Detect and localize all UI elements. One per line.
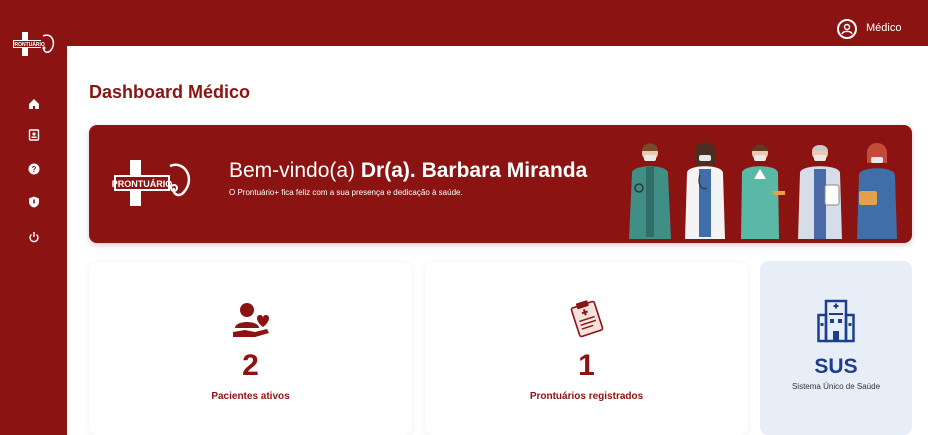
- user-role[interactable]: Médico: [866, 22, 901, 34]
- user-avatar[interactable]: [837, 19, 857, 39]
- active-patients-card[interactable]: 2 Pacientes ativos: [89, 262, 412, 435]
- page-title: Dashboard Médico: [89, 82, 251, 102]
- welcome-subtitle: O Prontuário+ fica feliz com a sua prese…: [229, 188, 463, 197]
- records-label: Prontuários registrados: [529, 391, 644, 402]
- records-count: 1: [578, 349, 595, 382]
- nav-patients[interactable]: [23, 124, 45, 146]
- active-patients-count: 2: [242, 349, 259, 382]
- welcome-prefix: Bem-vindo(a): [229, 159, 361, 182]
- help-icon: ?: [28, 163, 40, 175]
- banner-logo-text: PRONTUÁRIO: [112, 179, 172, 189]
- nav-help[interactable]: ?: [23, 158, 45, 180]
- patient-id-icon: [28, 129, 40, 141]
- welcome-text: Bem-vindo(a) Dr(a). Barbara Miranda: [229, 159, 587, 183]
- active-patients-label: Pacientes ativos: [211, 391, 290, 402]
- nav-security[interactable]: [23, 191, 45, 213]
- sus-title: SUS: [814, 355, 858, 378]
- app-logo[interactable]: PRONTUÁRIO: [13, 30, 57, 58]
- sus-card[interactable]: SUS Sistema Único de Saúde: [760, 261, 912, 435]
- svg-text:?: ?: [32, 165, 37, 174]
- doctor-name: Dr(a). Barbara Miranda: [360, 159, 588, 182]
- hospital-icon: [817, 299, 855, 343]
- banner-logo: PRONTUÁRIO: [112, 160, 191, 206]
- shield-icon: [29, 196, 39, 208]
- nav-logout[interactable]: [23, 226, 45, 248]
- user-icon: [841, 23, 853, 35]
- top-bar: [67, 0, 928, 46]
- doctors-illustration: [629, 142, 897, 239]
- sidebar: PRONTUÁRIO ?: [0, 0, 67, 435]
- home-icon: [29, 99, 39, 109]
- patient-care-icon: [232, 303, 269, 337]
- power-icon: [29, 232, 39, 243]
- welcome-banner: PRONTUÁRIO Bem-vindo(a) Dr(a). Barbara M…: [89, 125, 912, 243]
- records-card[interactable]: 1 Prontuários registrados: [425, 262, 748, 435]
- logo-text: PRONTUÁRIO: [13, 41, 45, 48]
- medical-record-icon: [570, 300, 603, 338]
- sus-subtitle: Sistema Único de Saúde: [791, 382, 881, 391]
- nav-home[interactable]: [23, 93, 45, 115]
